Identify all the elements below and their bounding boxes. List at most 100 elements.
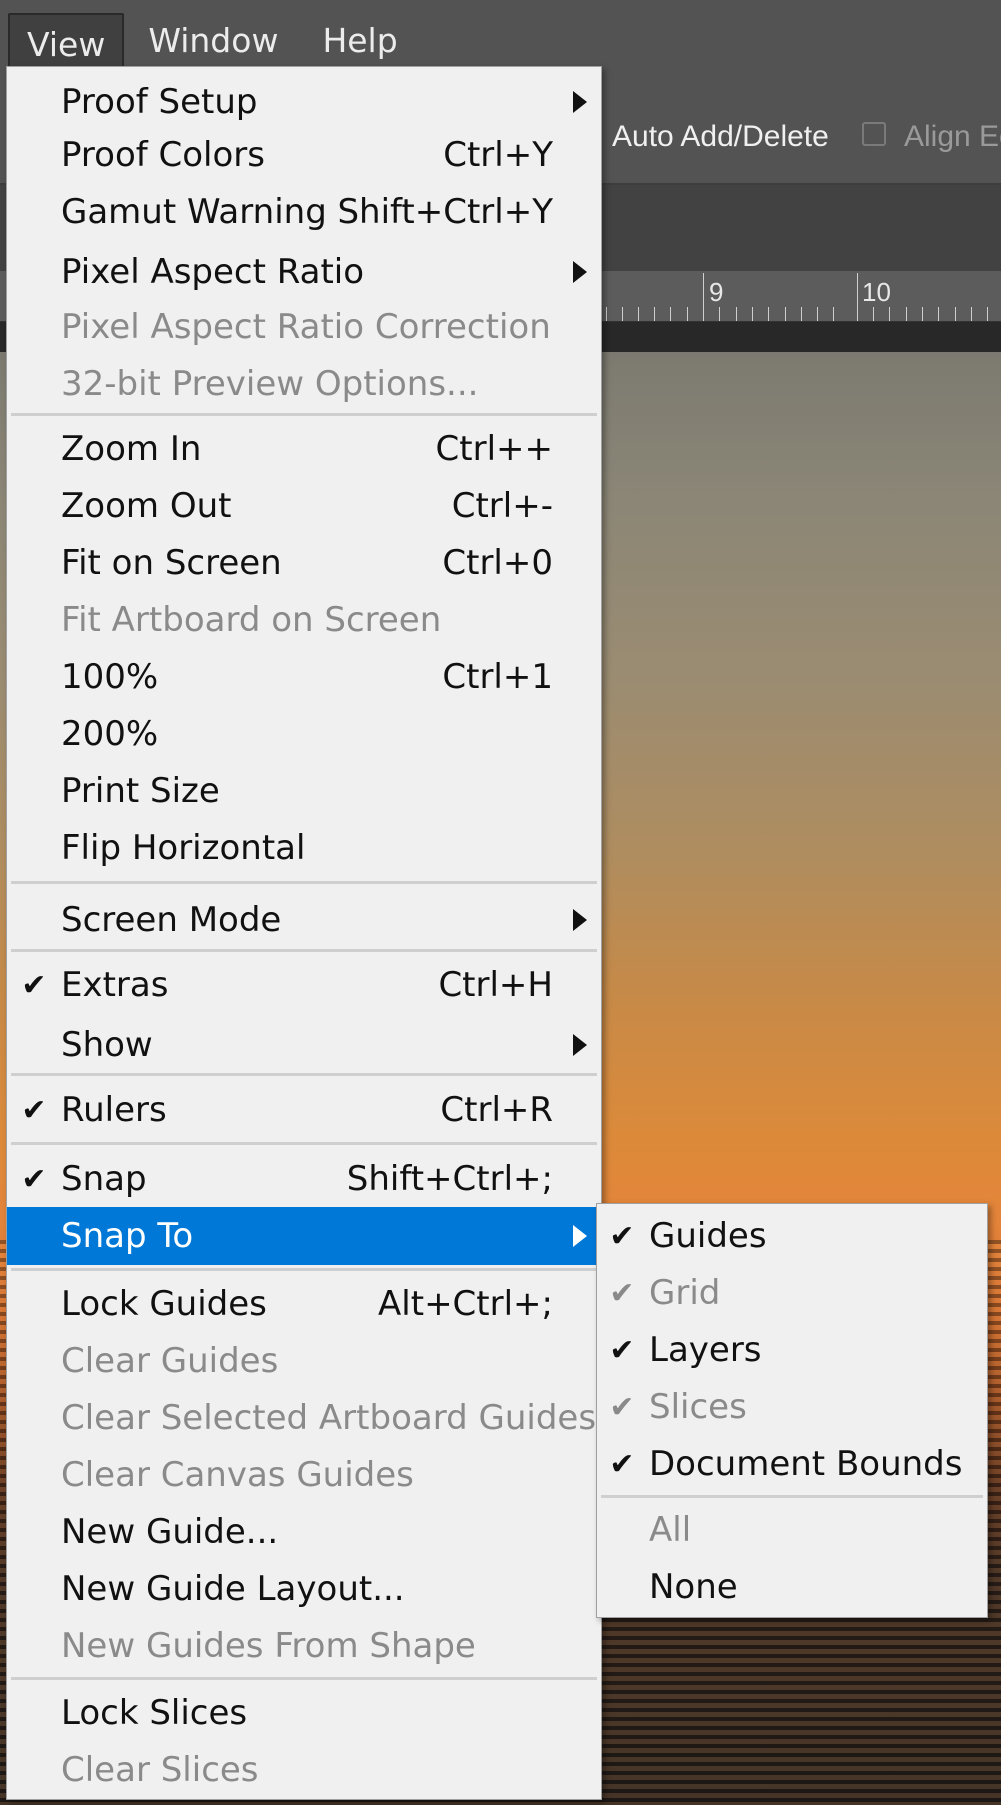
menu-item-label: Guides: [649, 1216, 767, 1256]
menu-item-label: Proof Setup: [61, 82, 258, 122]
menu-item-pixel-aspect-ratio[interactable]: Pixel Aspect Ratio: [7, 243, 601, 301]
ruler-tick: [938, 307, 939, 321]
menu-item-zoom-100[interactable]: 100% Ctrl+1: [7, 649, 601, 705]
menubar-help[interactable]: Help: [302, 12, 417, 68]
menu-separator: [11, 881, 597, 884]
menu-item-label: Extras: [61, 965, 169, 1005]
menu-item-label: 100%: [61, 657, 159, 697]
menu-item-label: Grid: [649, 1273, 721, 1313]
menu-item-label: Fit Artboard on Screen: [61, 600, 442, 640]
menu-item-label: Zoom Out: [61, 486, 232, 526]
checkmark-icon: ✔: [609, 1275, 635, 1311]
menu-item-show[interactable]: Show: [7, 1014, 601, 1076]
ruler-tick: [687, 307, 688, 321]
menu-item-shortcut: Shift+Ctrl+Y: [337, 191, 553, 232]
ruler-tick: [873, 307, 874, 321]
ruler-tick: [736, 307, 737, 321]
ruler-tick: [785, 307, 786, 321]
ruler-tick: [906, 307, 907, 321]
submenu-arrow-icon: [573, 91, 587, 113]
align-edges-checkbox[interactable]: [862, 122, 886, 146]
menu-item-label: All: [649, 1510, 692, 1550]
menu-item-new-guide-layout[interactable]: New Guide Layout...: [7, 1561, 601, 1617]
menu-item-fit-on-screen[interactable]: Fit on Screen Ctrl+0: [7, 535, 601, 591]
menu-item-label: Fit on Screen: [61, 543, 282, 583]
menu-item-label: Document Bounds: [649, 1444, 963, 1484]
ruler-tick: [889, 307, 890, 321]
menu-separator: [11, 1268, 597, 1271]
menu-item-label: Pixel Aspect Ratio: [61, 252, 365, 292]
ruler-tick: [987, 307, 988, 321]
menu-item-shortcut: Ctrl+H: [438, 965, 553, 1005]
menu-item-extras[interactable]: ✔ Extras Ctrl+H: [7, 956, 601, 1014]
ruler-tick: [654, 307, 655, 321]
ruler-tick: [801, 307, 802, 321]
menu-item-label: Clear Guides: [61, 1341, 279, 1381]
menu-item-label: New Guides From Shape: [61, 1626, 476, 1666]
menu-item-new-guide[interactable]: New Guide...: [7, 1504, 601, 1560]
menu-item-label: New Guide Layout...: [61, 1569, 405, 1609]
menu-item-clear-slices: Clear Slices: [7, 1742, 601, 1798]
submenu-item-all: All: [597, 1502, 987, 1558]
ruler-tick: [719, 307, 720, 321]
submenu-item-layers[interactable]: ✔ Layers: [597, 1322, 987, 1378]
menu-separator: [11, 413, 597, 416]
submenu-arrow-icon: [573, 1034, 587, 1056]
submenu-item-none[interactable]: None: [597, 1559, 987, 1615]
menu-item-label: Zoom In: [61, 429, 202, 469]
menu-item-32bit-preview-options: 32-bit Preview Options...: [7, 356, 601, 412]
checkmark-icon: ✔: [21, 1161, 47, 1197]
checkmark-icon: ✔: [21, 967, 47, 1003]
ruler-tick: [922, 307, 923, 321]
menu-item-label: Proof Colors: [61, 135, 265, 175]
menu-item-label: Clear Selected Artboard Guides: [61, 1398, 597, 1438]
menu-item-snap[interactable]: ✔ Snap Shift+Ctrl+;: [7, 1149, 601, 1209]
ruler-tick: [622, 307, 623, 321]
menu-item-zoom-out[interactable]: Zoom Out Ctrl+-: [7, 478, 601, 534]
menu-item-label: Snap To: [61, 1216, 194, 1256]
submenu-item-document-bounds[interactable]: ✔ Document Bounds: [597, 1436, 987, 1492]
menu-item-zoom-in[interactable]: Zoom In Ctrl++: [7, 421, 601, 477]
menu-item-shortcut: Ctrl++: [435, 429, 553, 469]
menu-item-zoom-200[interactable]: 200%: [7, 706, 601, 762]
menu-item-shortcut: Alt+Ctrl+;: [378, 1284, 553, 1324]
ruler-tick: [670, 307, 671, 321]
menu-item-shortcut: Ctrl+0: [442, 543, 553, 583]
ruler-tick: [768, 307, 769, 321]
menu-item-lock-guides[interactable]: Lock Guides Alt+Ctrl+;: [7, 1275, 601, 1333]
ruler-tick: [638, 307, 639, 321]
menu-item-proof-setup[interactable]: Proof Setup: [7, 71, 601, 133]
ruler-tick: [606, 307, 607, 321]
auto-add-delete-label[interactable]: Auto Add/Delete: [612, 120, 829, 154]
checkmark-icon: ✔: [609, 1446, 635, 1482]
menu-item-snap-to[interactable]: Snap To: [7, 1207, 601, 1265]
menu-item-shortcut: Ctrl+1: [442, 657, 553, 697]
submenu-item-guides[interactable]: ✔ Guides: [597, 1208, 987, 1264]
menu-item-print-size[interactable]: Print Size: [7, 763, 601, 819]
menu-item-label: Clear Canvas Guides: [61, 1455, 414, 1495]
menu-item-gamut-warning[interactable]: Gamut Warning Shift+Ctrl+Y: [7, 183, 601, 240]
menu-item-label: New Guide...: [61, 1512, 279, 1552]
menu-item-label: Pixel Aspect Ratio Correction: [61, 307, 551, 347]
menu-item-label: Show: [61, 1025, 153, 1065]
snap-to-submenu: ✔ Guides ✔ Grid ✔ Layers ✔ Slices ✔ Docu…: [596, 1203, 988, 1618]
menu-separator: [11, 949, 597, 952]
ruler-tick: [703, 273, 704, 321]
menu-item-flip-horizontal[interactable]: Flip Horizontal: [7, 820, 601, 876]
ruler-tick: [955, 307, 956, 321]
menubar-window[interactable]: Window: [128, 12, 298, 68]
menu-separator: [11, 1142, 597, 1145]
menu-item-proof-colors[interactable]: Proof Colors Ctrl+Y: [7, 127, 601, 183]
checkmark-icon: ✔: [609, 1218, 635, 1254]
submenu-item-slices: ✔ Slices: [597, 1379, 987, 1435]
menu-item-screen-mode[interactable]: Screen Mode: [7, 889, 601, 951]
submenu-arrow-icon: [573, 909, 587, 931]
menu-item-label: Layers: [649, 1330, 762, 1370]
menu-item-shortcut: Shift+Ctrl+;: [346, 1159, 553, 1199]
menu-item-label: Print Size: [61, 771, 220, 811]
menu-item-rulers[interactable]: ✔ Rulers Ctrl+R: [7, 1080, 601, 1140]
menu-item-lock-slices[interactable]: Lock Slices: [7, 1685, 601, 1741]
menu-item-clear-canvas-guides: Clear Canvas Guides: [7, 1447, 601, 1503]
menu-item-label: Lock Guides: [61, 1284, 267, 1324]
menubar-view[interactable]: View: [8, 13, 125, 73]
